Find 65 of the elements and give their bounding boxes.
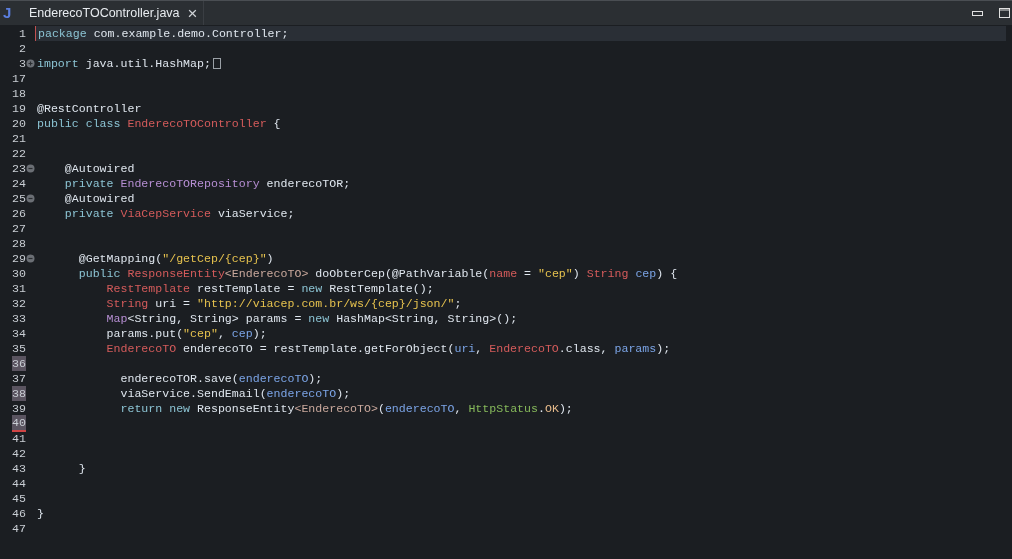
code-line: } — [77, 461, 86, 476]
code-line: params.put("cep", cep); — [105, 326, 267, 341]
line-number: 19 — [12, 101, 26, 116]
java-file-icon: J — [3, 1, 15, 25]
line-number: 25 — [12, 191, 26, 206]
line-number: 36 — [12, 356, 26, 371]
code-line: } — [37, 506, 44, 521]
expand-fold-icon[interactable] — [26, 59, 35, 68]
close-icon[interactable]: × — [187, 4, 198, 22]
line-number: 22 — [12, 146, 26, 161]
line-number: 39 — [12, 401, 26, 416]
line-number: 3 — [19, 56, 26, 71]
line-number: 31 — [12, 281, 26, 296]
line-number: 27 — [12, 221, 26, 236]
code-line: Map<String, String> params = new HashMap<String, String>(); — [105, 311, 518, 326]
code-line: public ResponseEntity<EnderecoTO> doObterCep(@PathVariable(name = "cep") String cep) { — [77, 266, 678, 281]
collapse-fold-icon[interactable] — [26, 254, 35, 263]
code-line: public class EnderecoTOController { — [37, 116, 281, 131]
code-line: EnderecoTO enderecoTO = restTemplate.getForObject(uri, EnderecoTO.class, params); — [105, 341, 671, 356]
line-number: 30 — [12, 266, 26, 281]
code-line: package com.example.demo.Controller; — [38, 26, 289, 41]
line-number: 26 — [12, 206, 26, 221]
code-line: @GetMapping("/getCep/{cep}") — [77, 251, 274, 266]
line-number: 17 — [12, 71, 26, 86]
editor-tab[interactable]: J EnderecoTOController.java × — [0, 1, 205, 25]
line-number: 20 — [12, 116, 26, 131]
code-line: private EnderecoTORepository enderecoTOR; — [63, 176, 351, 191]
line-number: 28 — [12, 236, 26, 251]
code-line: viaService.SendEmail(enderecoTO); — [119, 386, 351, 401]
code-line: enderecoTOR.save(enderecoTO); — [119, 371, 323, 386]
line-number: 32 — [12, 296, 26, 311]
code-line: @Autowired — [63, 161, 135, 176]
line-number: 38 — [12, 386, 26, 401]
line-number: 33 — [12, 311, 26, 326]
line-number: 1 — [19, 26, 26, 41]
line-number: 18 — [12, 86, 26, 101]
minimize-icon[interactable] — [972, 10, 983, 16]
line-number: 42 — [12, 446, 26, 461]
collapse-fold-icon[interactable] — [26, 164, 35, 173]
tab-title: EnderecoTOController.java — [28, 4, 180, 22]
line-number: 37 — [12, 371, 26, 386]
code-line: String uri = "http://viacep.com.br/ws/{cep}/json/"; — [105, 296, 462, 311]
line-number: 44 — [12, 476, 26, 491]
line-number: 34 — [12, 326, 26, 341]
line-number: 23 — [12, 161, 26, 176]
folded-code-icon[interactable] — [212, 58, 221, 69]
line-number: 29 — [12, 251, 26, 266]
line-number: 47 — [12, 521, 26, 536]
line-number: 46 — [12, 506, 26, 521]
line-number: 24 — [12, 176, 26, 191]
line-number: 2 — [19, 41, 26, 56]
code-line: import java.util.HashMap; — [37, 56, 211, 71]
collapse-fold-icon[interactable] — [26, 194, 35, 203]
line-number: 43 — [12, 461, 26, 476]
maximize-icon[interactable] — [999, 8, 1010, 18]
line-number: 40 — [12, 415, 26, 432]
line-number: 45 — [12, 491, 26, 506]
code-line: private ViaCepService viaService; — [63, 206, 295, 221]
line-number: 21 — [12, 131, 26, 146]
code-line: @RestController — [37, 101, 142, 116]
line-number: 41 — [12, 431, 26, 446]
code-line: return new ResponseEntity<EnderecoTO>(enderecoTO, HttpStatus.OK); — [119, 401, 573, 416]
code-line: @Autowired — [63, 191, 135, 206]
line-number: 35 — [12, 341, 26, 356]
code-line: RestTemplate restTemplate = new RestTemplate(); — [105, 281, 434, 296]
